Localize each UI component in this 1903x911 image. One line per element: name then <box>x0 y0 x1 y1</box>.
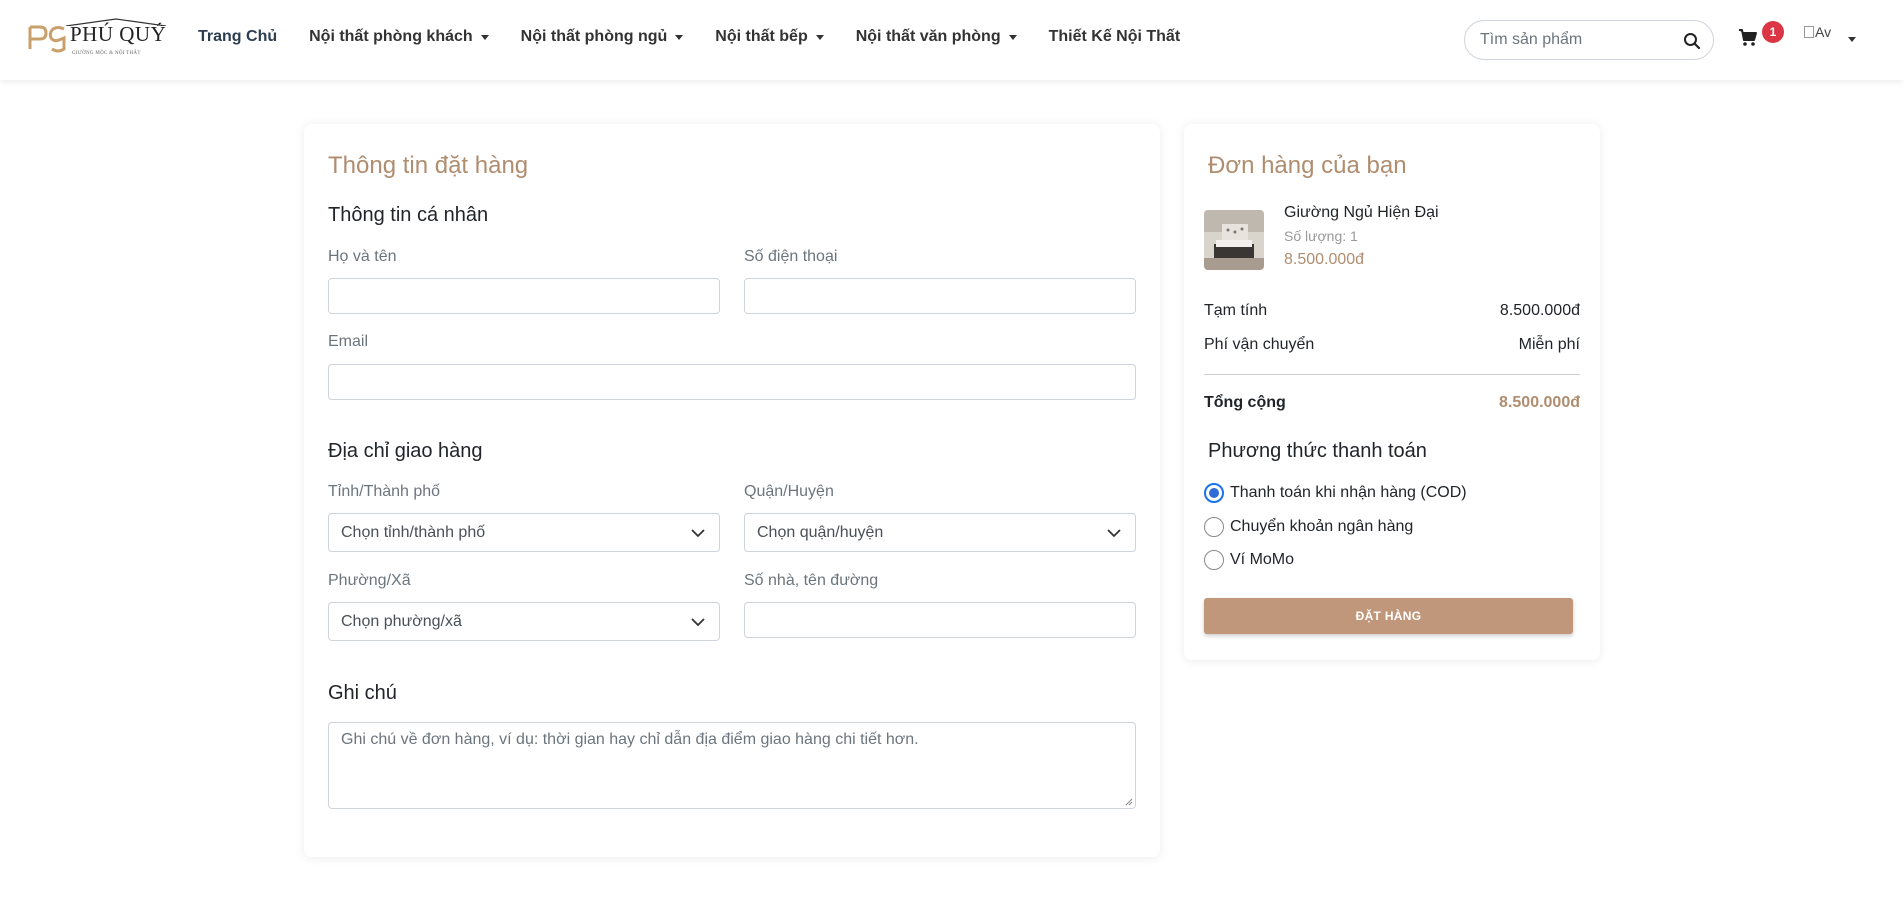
order-summary-card: Đơn hàng của bạn Giường Ngủ Hiện Đại Số … <box>1184 124 1600 660</box>
roof-icon <box>66 18 166 26</box>
radio-selected[interactable] <box>1204 483 1224 503</box>
radio-unselected[interactable] <box>1204 517 1224 537</box>
payment-option-momo[interactable]: Ví MoMo <box>1204 550 1294 570</box>
province-label: Tỉnh/Thành phố <box>328 483 441 500</box>
payment-option-bank-transfer[interactable]: Chuyển khoản ngân hàng <box>1204 517 1413 537</box>
shipping-address-heading: Địa chỉ giao hàng <box>328 440 483 462</box>
caret-down-icon <box>675 34 684 40</box>
total-value: 8.500.000đ <box>1499 394 1580 411</box>
chevron-down-icon <box>1107 529 1121 538</box>
checkout-form-card: Thông tin đặt hàng Thông tin cá nhân Họ … <box>304 124 1160 857</box>
place-order-button[interactable]: ĐẶT HÀNG <box>1204 598 1573 634</box>
phone-field[interactable] <box>744 278 1136 314</box>
checkout-title: Thông tin đặt hàng <box>328 152 529 179</box>
district-label: Quận/Huyện <box>744 483 834 500</box>
search-icon[interactable] <box>1683 32 1701 50</box>
avatar[interactable]: Av <box>1804 24 1838 44</box>
nav-interior-design[interactable]: Thiết Kế Nội Thất <box>1049 28 1181 46</box>
name-field[interactable] <box>328 278 720 314</box>
product-name: Giường Ngủ Hiện Đại <box>1284 204 1439 221</box>
product-quantity: Số lượng: 1 <box>1284 228 1358 244</box>
navbar: PHÚ QUÝ GIƯỜNG MỘC & NỘI THẤT Trang Chủ … <box>0 0 1903 80</box>
cart-count-badge: 1 <box>1762 21 1784 43</box>
caret-down-icon <box>480 34 489 40</box>
total-label: Tổng cộng <box>1204 394 1286 411</box>
caret-down-icon <box>1008 34 1017 40</box>
brand-logo[interactable]: PHÚ QUÝ GIƯỜNG MỘC & NỘI THẤT <box>28 18 166 63</box>
caret-down-icon <box>815 34 824 40</box>
district-select[interactable]: Chọn quận/huyện <box>744 513 1136 552</box>
chevron-down-icon <box>691 618 705 627</box>
street-field[interactable] <box>744 602 1136 638</box>
subtotal-value: 8.500.000đ <box>1499 302 1580 319</box>
street-label: Số nhà, tên đường <box>744 572 879 589</box>
ward-label: Phường/Xã <box>328 572 411 589</box>
brand-tagline: GIƯỜNG MỘC & NỘI THẤT <box>72 51 141 56</box>
nav-office[interactable]: Nội thất văn phòng <box>856 28 1017 46</box>
nav-kitchen[interactable]: Nội thất bếp <box>715 28 824 46</box>
account-caret-icon[interactable] <box>1848 37 1856 42</box>
search-input[interactable] <box>1480 31 1670 49</box>
broken-image-icon <box>1804 26 1814 38</box>
note-textarea[interactable]: Ghi chú về đơn hàng, ví dụ: thời gian ha… <box>328 722 1136 809</box>
order-summary-title: Đơn hàng của bạn <box>1208 152 1407 179</box>
email-field[interactable] <box>328 364 1136 400</box>
shipping-value: Miễn phí <box>1518 336 1580 353</box>
ward-select[interactable]: Chọn phường/xã <box>328 602 720 641</box>
search-box <box>1464 20 1714 60</box>
bedroom-image-icon <box>1204 210 1264 270</box>
resize-grip-icon[interactable] <box>1125 798 1133 806</box>
brand-monogram-icon <box>28 25 66 53</box>
payment-option-cod[interactable]: Thanh toán khi nhận hàng (COD) <box>1204 483 1467 503</box>
province-select[interactable]: Chọn tỉnh/thành phố <box>328 513 720 552</box>
summary-divider <box>1204 374 1580 375</box>
name-label: Họ và tên <box>328 248 397 265</box>
radio-unselected[interactable] <box>1204 550 1224 570</box>
chevron-down-icon <box>691 529 705 538</box>
main-nav: Trang Chủ Nội thất phòng khách Nội thất … <box>198 28 1180 46</box>
note-heading: Ghi chú <box>328 682 397 704</box>
personal-info-heading: Thông tin cá nhân <box>328 204 489 226</box>
product-price: 8.500.000đ <box>1284 251 1365 268</box>
phone-label: Số điện thoại <box>744 248 838 265</box>
nav-home[interactable]: Trang Chủ <box>198 28 277 46</box>
email-label: Email <box>328 333 369 350</box>
subtotal-label: Tạm tính <box>1204 302 1268 319</box>
payment-method-heading: Phương thức thanh toán <box>1208 440 1427 462</box>
shipping-label: Phí vận chuyển <box>1204 336 1315 353</box>
nav-bedroom[interactable]: Nội thất phòng ngủ <box>521 28 684 46</box>
nav-living-room[interactable]: Nội thất phòng khách <box>309 28 489 46</box>
cart-icon[interactable] <box>1738 28 1758 48</box>
product-thumbnail[interactable] <box>1204 210 1264 270</box>
